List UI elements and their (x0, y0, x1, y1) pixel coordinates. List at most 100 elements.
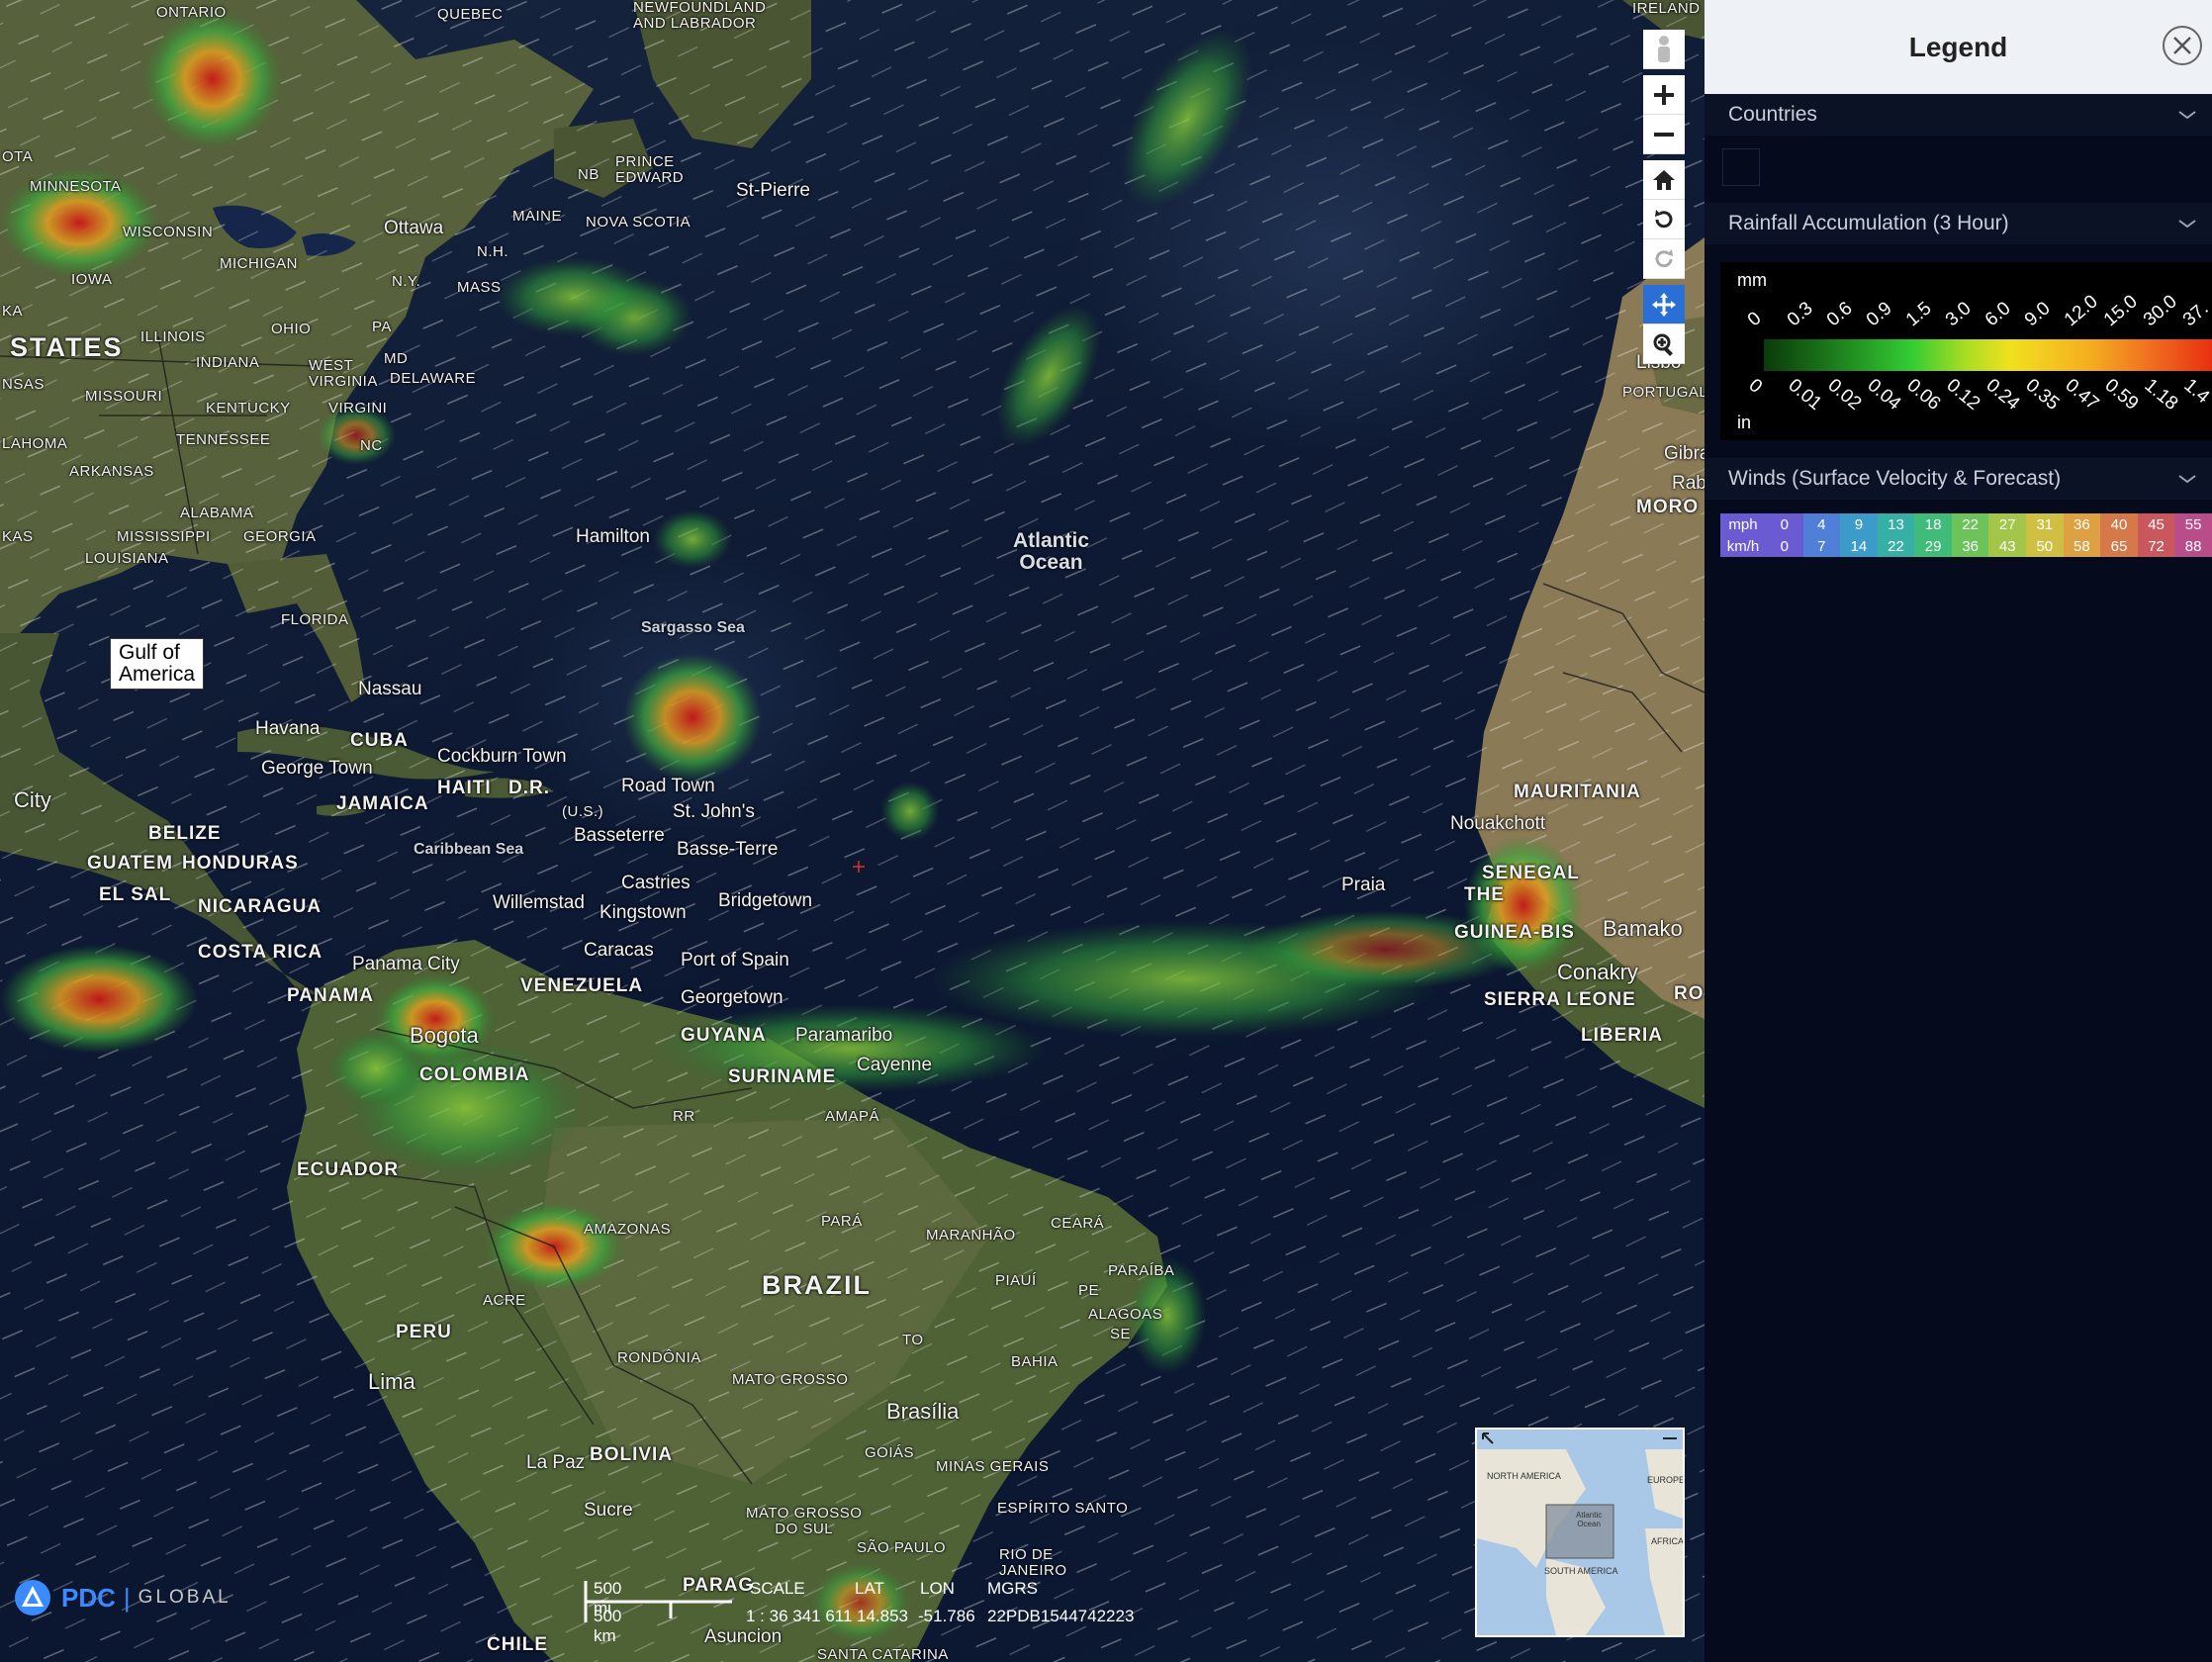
global-text: GLOBAL (138, 1587, 231, 1608)
rainfall-in-tick: 0.35 (2021, 375, 2064, 415)
label-peru: PERU (396, 1322, 452, 1342)
rainfall-in-tick: 0.06 (1902, 375, 1945, 415)
label-ohio: OHIO (271, 321, 312, 337)
legend-header: Legend (1705, 0, 2212, 94)
rotate-right-button[interactable] (1643, 239, 1685, 279)
label-se: SE (1110, 1326, 1132, 1342)
label-brazil: BRAZIL (762, 1270, 872, 1300)
label-jamaica: JAMAICA (336, 793, 429, 814)
label-el-sal: EL SAL (99, 884, 172, 905)
winds-mph-cell: 18 (1914, 513, 1952, 535)
label-michigan: MICHIGAN (220, 255, 298, 272)
label-indiana: INDIANA (196, 354, 260, 371)
label-hamilton: Hamilton (576, 526, 650, 547)
street-view-button[interactable] (1643, 30, 1685, 69)
winds-kmh-cell: 36 (1951, 535, 1989, 557)
rainfall-in-tick: 0.01 (1784, 375, 1826, 415)
label-pa: PA (372, 319, 392, 335)
label-belize: BELIZE (148, 823, 222, 844)
rainfall-mm-tick: 37. (2178, 298, 2212, 331)
rainfall-unit-mm: mm (1737, 270, 1767, 290)
label-mato-grosso-sul: MATO GROSSO DO SUL (746, 1505, 863, 1537)
winds-mph-cell: 4 (1802, 513, 1841, 535)
winds-kmh-cell: 88 (2174, 535, 2212, 557)
label-suriname: SURINAME (728, 1066, 837, 1087)
winds-section-header[interactable]: Winds (Surface Velocity & Forecast) (1705, 458, 2212, 500)
label-gibra: Gibra (1664, 443, 1705, 464)
winds-mph-cell: 9 (1840, 513, 1878, 535)
label-mississippi: MISSISSIPPI (117, 528, 211, 545)
rainfall-in-tick: 0.59 (2100, 375, 2143, 415)
label-mass: MASS (457, 279, 502, 296)
label-st-johns: St. John's (673, 801, 755, 822)
label-bridgetown: Bridgetown (718, 890, 813, 911)
label-ro: RO (1674, 983, 1705, 1004)
label-virgini: VIRGINI (328, 400, 388, 416)
label-maranhao: MARANHÃO (926, 1227, 1016, 1244)
label-santa-catarina: SANTA CATARINA (817, 1646, 949, 1662)
label-pei: PRINCE EDWARD (615, 153, 685, 186)
label-rio: RIO DE JANEIRO (999, 1546, 1067, 1579)
home-button[interactable] (1643, 160, 1685, 200)
rainfall-unit-in: in (1737, 413, 1752, 432)
label-states: STATES (10, 332, 124, 362)
expand-icon (1482, 1432, 1494, 1444)
label-rondonia: RONDÔNIA (617, 1349, 701, 1366)
label-honduras: HONDURAS (182, 853, 299, 874)
rainfall-color-bar (1764, 339, 2212, 371)
zoom-out-button[interactable] (1643, 115, 1685, 154)
label-conakry: Conakry (1557, 960, 1638, 984)
label-bolivia: BOLIVIA (590, 1444, 674, 1465)
label-para: PARÁ (821, 1213, 863, 1230)
countries-legend (1705, 136, 2212, 203)
label-ota: OTA (2, 148, 34, 165)
label-alabama: ALABAMA (180, 505, 254, 521)
label-bahia: BAHIA (1011, 1353, 1059, 1370)
zoom-in-button[interactable] (1643, 75, 1685, 115)
label-port-of-spain: Port of Spain (681, 950, 789, 970)
winds-kmh-cell: 14 (1840, 535, 1878, 557)
label-amazonas: AMAZONAS (584, 1221, 672, 1238)
label-asuncion: Asuncion (704, 1626, 783, 1647)
label-iowa: IOWA (71, 271, 113, 288)
overview-map[interactable]: NORTH AMERICA EUROPE SOUTH AMERICA AFRIC… (1475, 1428, 1685, 1637)
label-newfoundland: NEWFOUNDLAND AND LABRADOR (633, 0, 767, 32)
label-haiti: HAITI (437, 778, 492, 798)
label-wisconsin: WISCONSIN (123, 224, 214, 240)
label-ny: N.Y. (392, 273, 421, 290)
label-ottawa: Ottawa (384, 218, 444, 238)
winds-mph-label: mph (1720, 513, 1766, 535)
label-lima: Lima (368, 1369, 415, 1394)
label-kas: KAS (2, 528, 34, 545)
label-piaui: PIAUÍ (995, 1272, 1037, 1289)
rotate-left-button[interactable] (1643, 200, 1685, 239)
winds-mph-cell: 22 (1951, 513, 1989, 535)
label-portugal: PORTUGAL (1622, 384, 1705, 401)
label-chile: CHILE (487, 1634, 548, 1655)
minimize-icon (1663, 1437, 1677, 1439)
winds-mph-cell: 31 (2026, 513, 2064, 535)
label-to: TO (902, 1332, 924, 1348)
label-brasilia: Brasília (886, 1399, 960, 1424)
overview-south-america: SOUTH AMERICA (1544, 1566, 1618, 1576)
zoom-box-button[interactable] (1643, 324, 1685, 364)
winds-mph-cell: 13 (1877, 513, 1915, 535)
label-caribbean-sea: Caribbean Sea (414, 841, 524, 858)
lat-label: LAT (855, 1579, 884, 1598)
map-canvas[interactable]: ONTARIO QUEBEC NEWFOUNDLAND AND LABRADOR… (0, 0, 1705, 1662)
chevron-down-icon (2178, 475, 2196, 484)
countries-section-title: Countries (1728, 103, 1817, 126)
scale-label: SCALE (750, 1579, 805, 1598)
countries-section-header[interactable]: Countries (1705, 94, 2212, 136)
rainfall-section-title: Rainfall Accumulation (3 Hour) (1728, 212, 2009, 234)
rainfall-section-header[interactable]: Rainfall Accumulation (3 Hour) (1705, 203, 2212, 244)
close-legend-button[interactable] (2163, 26, 2202, 65)
winds-kmh-cell: 72 (2137, 535, 2175, 557)
pan-button[interactable] (1643, 285, 1685, 324)
label-basseterre: Basseterre (574, 825, 665, 846)
label-cuba: CUBA (350, 730, 409, 751)
winds-mph-cell: 0 (1765, 513, 1803, 535)
label-quebec: QUEBEC (437, 6, 504, 23)
winds-mph-cell: 40 (2100, 513, 2138, 535)
label-guatemala: GUATEM (87, 853, 173, 874)
